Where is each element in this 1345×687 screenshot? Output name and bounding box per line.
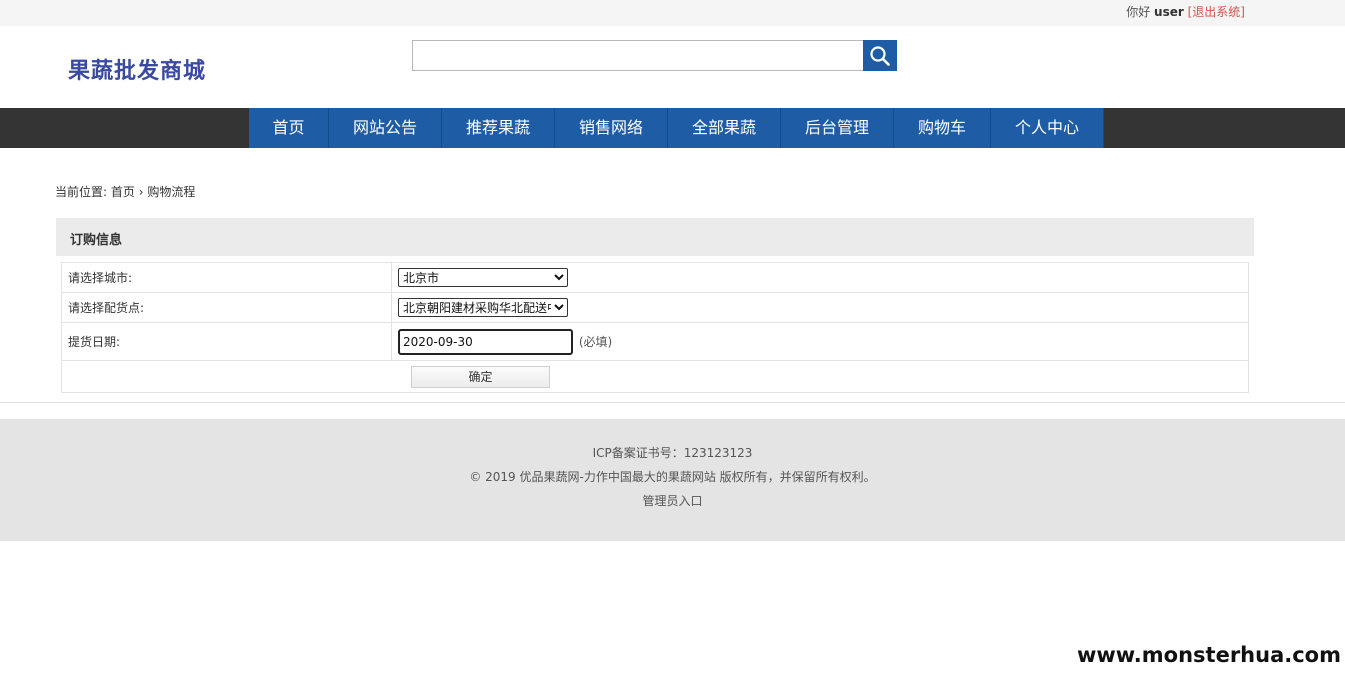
nav-items: 首页 网站公告 推荐果蔬 销售网络 全部果蔬 后台管理 购物车 个人中心 bbox=[249, 108, 1104, 148]
panel-title: 订购信息 bbox=[70, 233, 123, 248]
watermark: www.monsterhua.com bbox=[1074, 643, 1343, 667]
date-cell: (必填) bbox=[391, 322, 1249, 361]
site-logo[interactable]: 果蔬批发商城 bbox=[68, 53, 206, 85]
breadcrumb-prefix: 当前位置: bbox=[55, 185, 108, 199]
submit-cell: 确定 bbox=[61, 360, 1249, 393]
date-required-hint: (必填) bbox=[578, 334, 613, 349]
breadcrumb-separator: › bbox=[138, 185, 144, 199]
nav-item-sales-network[interactable]: 销售网络 bbox=[555, 108, 668, 148]
city-cell: 北京市 bbox=[391, 262, 1249, 293]
nav-item-recommended[interactable]: 推荐果蔬 bbox=[442, 108, 555, 148]
breadcrumb: 当前位置: 首页 › 购物流程 bbox=[55, 183, 195, 200]
user-greeting: 你好 user [退出系统] bbox=[1126, 3, 1245, 20]
admin-entry-row: 管理员入口 bbox=[0, 492, 1345, 509]
search-icon bbox=[870, 45, 890, 66]
top-bar: 你好 user [退出系统] bbox=[0, 0, 1345, 26]
breadcrumb-home[interactable]: 首页 bbox=[111, 185, 135, 199]
header: 果蔬批发商城 bbox=[0, 26, 1345, 108]
date-input[interactable] bbox=[398, 328, 573, 355]
form-row-store: 请选择配货点: 北京朝阳建材采购华北配送中心 bbox=[61, 292, 1249, 323]
city-select[interactable]: 北京市 bbox=[398, 268, 568, 287]
store-label: 请选择配货点: bbox=[61, 292, 392, 323]
footer-divider bbox=[0, 402, 1345, 403]
form-row-date: 提货日期: (必填) bbox=[61, 322, 1249, 361]
form-row-city: 请选择城市: 北京市 bbox=[61, 262, 1249, 293]
logout-link[interactable]: [退出系统] bbox=[1188, 5, 1245, 19]
search-button[interactable] bbox=[863, 40, 897, 71]
date-label: 提货日期: bbox=[61, 322, 392, 361]
store-select[interactable]: 北京朝阳建材采购华北配送中心 bbox=[398, 298, 568, 317]
form-row-submit: 确定 bbox=[61, 360, 1249, 393]
nav-item-cart[interactable]: 购物车 bbox=[894, 108, 991, 148]
search-input[interactable] bbox=[412, 40, 864, 71]
nav-item-announcements[interactable]: 网站公告 bbox=[329, 108, 442, 148]
city-label: 请选择城市: bbox=[61, 262, 392, 293]
copyright: © 2019 优品果蔬网-力作中国最大的果蔬网站 版权所有，并保留所有权利。 bbox=[469, 470, 876, 484]
admin-entry-link[interactable]: 管理员入口 bbox=[642, 494, 702, 508]
store-cell: 北京朝阳建材采购华北配送中心 bbox=[391, 292, 1249, 323]
breadcrumb-current: 购物流程 bbox=[147, 185, 196, 199]
nav-item-all-products[interactable]: 全部果蔬 bbox=[668, 108, 781, 148]
nav-item-admin[interactable]: 后台管理 bbox=[781, 108, 894, 148]
order-panel-header: 订购信息 bbox=[56, 218, 1254, 256]
confirm-button[interactable]: 确定 bbox=[411, 365, 550, 388]
greeting-text: 你好 bbox=[1126, 5, 1151, 19]
order-form: 请选择城市: 北京市 请选择配货点: 北京朝阳建材采购华北配送中心 提货日期: … bbox=[61, 262, 1249, 393]
username: user bbox=[1154, 5, 1184, 19]
main-nav: 首页 网站公告 推荐果蔬 销售网络 全部果蔬 后台管理 购物车 个人中心 bbox=[0, 108, 1345, 148]
icp-record: ICP备案证书号：123123123 bbox=[592, 446, 753, 460]
nav-item-profile[interactable]: 个人中心 bbox=[991, 108, 1104, 148]
footer: ICP备案证书号：123123123 © 2019 优品果蔬网-力作中国最大的果… bbox=[0, 419, 1345, 541]
nav-item-home[interactable]: 首页 bbox=[249, 108, 329, 148]
